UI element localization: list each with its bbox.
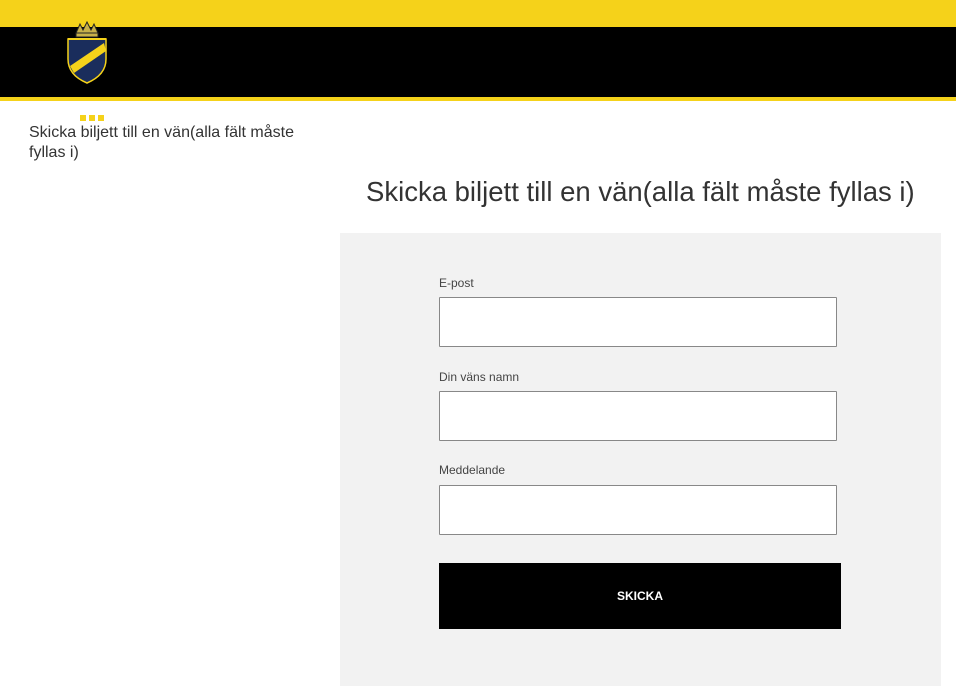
message-label: Meddelande [439,463,506,477]
send-ticket-form: E-post Din väns namn Meddelande SKICKA [340,233,941,686]
email-field[interactable] [439,297,837,347]
send-button[interactable]: SKICKA [439,563,841,629]
nav-bottom-accent [0,97,956,101]
sidebar-heading: Skicka biljett till en vän(alla fält mås… [29,124,294,161]
brand-dots [80,115,106,121]
friend-name-label: Din väns namn [439,370,520,384]
page-title: Skicka biljett till en vän(alla fält mås… [366,176,915,207]
top-navigation: HOCKEY MATCHER KONTO [0,20,956,121]
message-field[interactable] [439,485,837,535]
aik-crest-icon[interactable] [62,20,112,87]
top-accent-stripe [0,0,956,27]
email-label: E-post [439,276,474,290]
friend-name-field[interactable] [439,391,837,441]
